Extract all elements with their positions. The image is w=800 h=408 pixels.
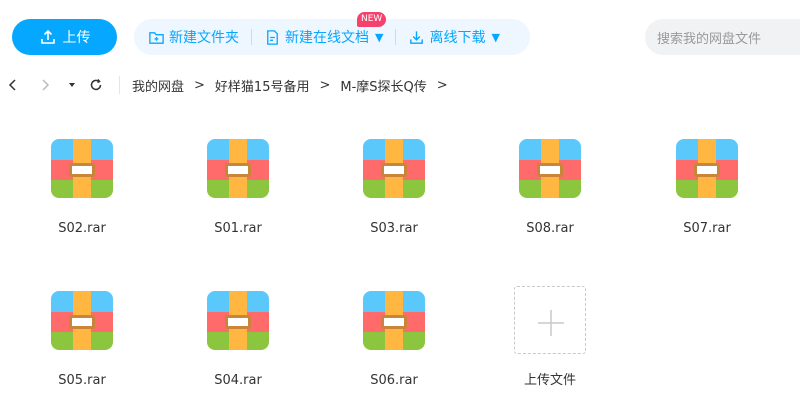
toolbar-divider [395, 29, 397, 45]
file-item[interactable]: S02.rar [22, 106, 142, 236]
upload-button-label: 上传 [62, 30, 91, 46]
file-name: S04.rar [214, 373, 262, 388]
toolbar-divider [251, 29, 252, 45]
upload-placeholder [514, 286, 586, 354]
new-online-doc-label: 新建在线文档 [285, 30, 369, 46]
forward-button[interactable] [36, 72, 54, 98]
rar-archive-icon [207, 291, 269, 350]
breadcrumb-separator: > [436, 77, 448, 93]
breadcrumb-item-current[interactable]: M-摩S探长Q传 [340, 76, 426, 95]
file-item[interactable]: S03.rar [334, 106, 454, 236]
rar-archive-icon [519, 139, 581, 198]
breadcrumb: 我的网盘 > 好样猫15号备用 > M-摩S探长Q传 > [132, 72, 448, 98]
history-dropdown[interactable] [64, 72, 80, 98]
file-item[interactable]: S06.rar [334, 258, 454, 388]
plus-icon [538, 310, 564, 336]
chevron-left-icon [8, 79, 16, 91]
breadcrumb-bar: 我的网盘 > 好样猫15号备用 > M-摩S探长Q传 > [0, 72, 800, 98]
rar-archive-icon [363, 139, 425, 198]
caret-down-icon [69, 83, 75, 87]
file-name: S06.rar [370, 373, 418, 388]
new-folder-button[interactable]: 新建文件夹 [148, 19, 239, 55]
breadcrumb-separator: > [319, 77, 331, 93]
refresh-button[interactable] [87, 72, 105, 98]
file-name: S03.rar [370, 221, 418, 236]
file-item[interactable]: S08.rar [490, 106, 610, 236]
file-name: S07.rar [683, 221, 731, 236]
caret-down-icon: ▼ [375, 30, 384, 44]
search-placeholder: 搜索我的网盘文件 [657, 31, 762, 47]
rar-archive-icon [676, 139, 738, 198]
toolbar: 上传 新建文件夹 新建在线文档 ▼ 离线下载 ▼ NEW 搜索我的网盘文件 [0, 0, 800, 72]
file-name: S08.rar [526, 221, 574, 236]
caret-down-icon: ▼ [491, 30, 500, 44]
action-group: 新建文件夹 新建在线文档 ▼ 离线下载 ▼ [134, 19, 530, 55]
file-item[interactable]: S05.rar [22, 258, 142, 388]
breadcrumb-item[interactable]: 我的网盘 [132, 76, 184, 95]
new-folder-icon [149, 31, 164, 44]
new-folder-label: 新建文件夹 [169, 30, 239, 46]
file-item[interactable]: S01.rar [178, 106, 298, 236]
upload-button[interactable]: 上传 [12, 19, 117, 55]
back-button[interactable] [4, 72, 22, 98]
file-grid: S02.rar S01.rar S03.rar S08.rar S07.rar … [0, 106, 800, 408]
offline-download-label: 离线下载 [429, 30, 486, 46]
offline-download-button[interactable]: 离线下载 ▼ [408, 19, 500, 55]
rar-archive-icon [51, 291, 113, 350]
file-name: S02.rar [58, 221, 106, 236]
chevron-right-icon [42, 79, 50, 91]
breadcrumb-item[interactable]: 好样猫15号备用 [215, 76, 310, 95]
new-document-icon [267, 29, 278, 45]
rar-archive-icon [207, 139, 269, 198]
file-name: S01.rar [214, 221, 262, 236]
download-icon [410, 30, 424, 44]
search-input[interactable]: 搜索我的网盘文件 [645, 19, 800, 55]
upload-file-label: 上传文件 [523, 373, 576, 388]
refresh-icon [90, 79, 102, 91]
rar-archive-icon [51, 139, 113, 198]
upload-icon [40, 29, 55, 44]
file-name: S05.rar [58, 373, 106, 388]
rar-archive-icon [363, 291, 425, 350]
upload-file-tile[interactable]: 上传文件 [490, 258, 610, 388]
breadcrumb-separator: > [194, 77, 205, 93]
file-item[interactable]: S04.rar [178, 258, 298, 388]
nav-divider [119, 76, 120, 94]
file-item[interactable]: S07.rar [647, 106, 767, 236]
new-badge: NEW [357, 12, 387, 27]
